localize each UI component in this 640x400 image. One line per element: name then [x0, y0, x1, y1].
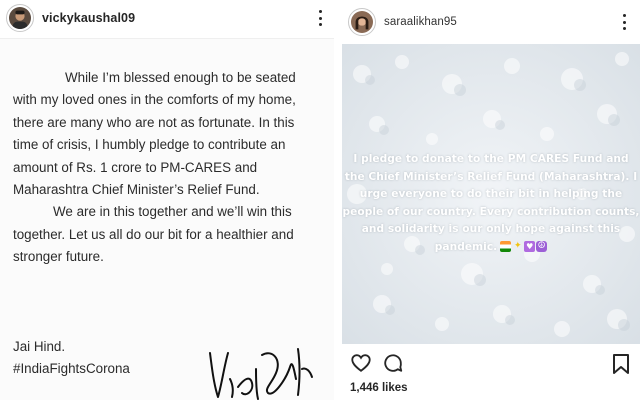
letter-paragraph: We are in this together and we’ll win th…: [13, 204, 294, 265]
emoji-row: ✦ ♥ ☮: [500, 241, 548, 253]
avatar-photo: [351, 11, 373, 33]
letter-paragraph: While I’m blessed enough to be seated wi…: [13, 70, 296, 198]
letter-body: While I’m blessed enough to be seated wi…: [13, 67, 313, 269]
left-post: vickykaushal09 While I’m blessed enough …: [0, 0, 334, 400]
peace-icon: ☮: [536, 241, 548, 253]
india-flag-icon: [500, 241, 512, 253]
post-header: saraalikhan95: [342, 4, 640, 40]
post-header: vickykaushal09: [0, 0, 334, 36]
heart-icon[interactable]: [350, 352, 372, 374]
avatar[interactable]: [348, 8, 376, 36]
signoff: Jai Hind. #IndiaFightsCorona: [13, 336, 130, 381]
username[interactable]: vickykaushal09: [42, 11, 135, 25]
action-bar: [350, 352, 404, 374]
more-options-icon[interactable]: [618, 13, 630, 31]
right-post: saraalikhan95 I pledge to donate to the …: [342, 0, 640, 400]
avatar[interactable]: [6, 4, 34, 32]
more-options-icon[interactable]: [314, 9, 326, 27]
comment-icon[interactable]: [382, 352, 404, 374]
bookmark-icon[interactable]: [612, 353, 630, 375]
signature: [209, 348, 313, 400]
image-caption: I pledge to donate to the PM CARES Fund …: [342, 151, 640, 257]
username[interactable]: saraalikhan95: [384, 16, 457, 28]
hashtag: #IndiaFightsCorona: [13, 361, 130, 377]
purple-heart-icon: ♥: [524, 241, 536, 253]
divider: [334, 0, 342, 400]
sparkle-icon: ✦: [513, 241, 522, 252]
likes-count[interactable]: 1,446 likes: [350, 382, 408, 394]
image-text: I pledge to donate to the PM CARES Fund …: [342, 153, 640, 253]
signoff-text: Jai Hind.: [13, 339, 66, 354]
post-image: I pledge to donate to the PM CARES Fund …: [342, 44, 640, 344]
post-image: While I’m blessed enough to be seated wi…: [0, 38, 334, 400]
avatar-photo: [9, 7, 31, 29]
